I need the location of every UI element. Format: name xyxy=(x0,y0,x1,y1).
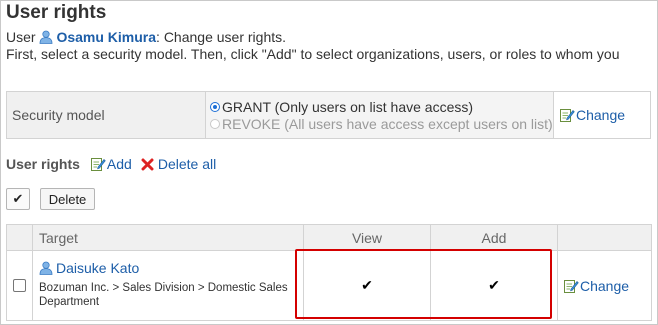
security-model-change-cell: Change xyxy=(553,91,651,139)
view-check: ✔ xyxy=(303,250,431,321)
target-name-link[interactable]: Daisuke Kato xyxy=(56,260,139,276)
header-add: Add xyxy=(430,224,558,251)
revoke-label: REVOKE (All users have access except use… xyxy=(222,115,553,132)
target-cell: Daisuke Kato Bozuman Inc. > Sales Divisi… xyxy=(32,250,304,321)
revoke-option: REVOKE (All users have access except use… xyxy=(206,115,553,132)
table-row: Daisuke Kato Bozuman Inc. > Sales Divisi… xyxy=(6,250,652,321)
add-link[interactable]: Add xyxy=(107,156,132,172)
row-change-link[interactable]: Change xyxy=(580,278,629,294)
user-icon xyxy=(39,30,53,44)
security-model-change-link[interactable]: Change xyxy=(576,107,625,123)
header-target: Target xyxy=(32,224,304,251)
add-edit-icon xyxy=(90,156,106,172)
edit-icon xyxy=(559,107,575,123)
target-organization: Bozuman Inc. > Sales Division > Domestic… xyxy=(39,282,288,308)
user-rights-table: Target View Add Daisuke Kato Bozuman Inc… xyxy=(6,224,652,321)
delete-all-link[interactable]: Delete all xyxy=(158,156,216,172)
edit-icon xyxy=(563,278,579,294)
revoke-radio xyxy=(210,118,220,129)
red-x-icon xyxy=(141,158,154,171)
row-change-cell: Change xyxy=(557,250,652,321)
instructions-text: First, select a security model. Then, cl… xyxy=(6,46,620,62)
row-checkbox[interactable] xyxy=(13,279,26,292)
add-check: ✔ xyxy=(430,250,558,321)
grant-option[interactable]: GRANT (Only users on list have access) xyxy=(206,98,553,115)
header-view: View xyxy=(303,224,431,251)
header-change-cell xyxy=(557,224,652,251)
target-name-line: Daisuke Kato xyxy=(39,260,303,276)
security-model-label: Security model xyxy=(6,91,206,139)
grant-label: GRANT (Only users on list have access) xyxy=(222,98,474,115)
page-title: User rights xyxy=(6,2,107,23)
security-model-table: Security model GRANT (Only users on list… xyxy=(6,91,651,139)
security-model-options: GRANT (Only users on list have access) R… xyxy=(205,91,554,139)
user-rights-label: User rights xyxy=(6,156,80,172)
user-name-link[interactable]: Osamu Kimura xyxy=(56,29,156,45)
header-checkbox-cell xyxy=(6,224,33,251)
select-all-button[interactable]: ✔ xyxy=(6,188,30,210)
user-suffix: : Change user rights. xyxy=(156,29,287,45)
user-line: User Osamu Kimura: Change user rights. xyxy=(6,29,286,45)
user-prefix: User xyxy=(6,29,36,45)
user-rights-bar: User rights Add Delete all xyxy=(6,156,216,172)
user-icon xyxy=(39,261,53,275)
delete-button[interactable]: Delete xyxy=(40,188,95,210)
grant-radio[interactable] xyxy=(210,101,220,112)
row-checkbox-cell xyxy=(6,250,33,321)
table-header-row: Target View Add xyxy=(6,224,652,251)
